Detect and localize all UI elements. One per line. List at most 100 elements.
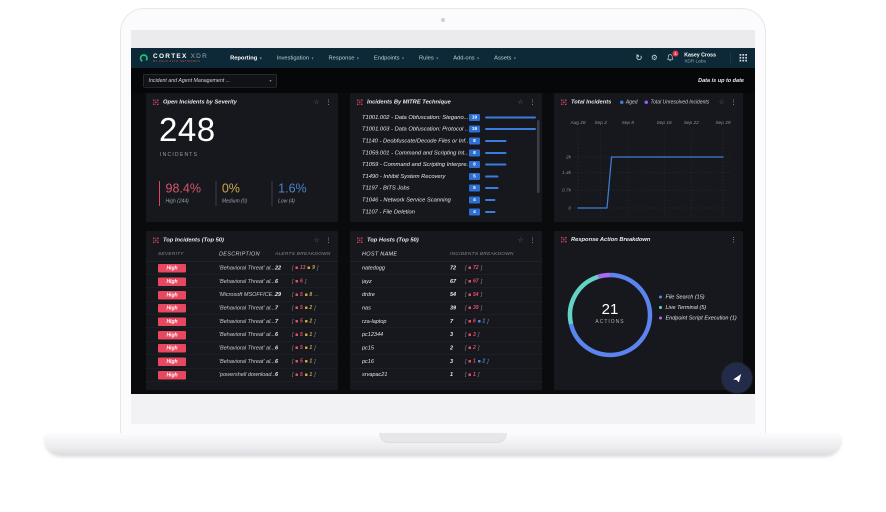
incident-row[interactable]: High'Microsoft MSOFFICE...29[58...: [146, 288, 338, 301]
nav-menu-label: Assets: [494, 55, 511, 61]
nav-menu-investigation[interactable]: Investigation▾: [277, 55, 314, 61]
mitre-row[interactable]: T1059 - Command and Scripting Interpre..…: [362, 159, 537, 171]
breakdown-value: 72: [473, 265, 479, 271]
kebab-menu-icon[interactable]: ⋮: [529, 237, 536, 244]
svg-text:0.7k: 0.7k: [562, 188, 572, 194]
star-icon[interactable]: ☆: [314, 98, 320, 106]
nav-menu-assets[interactable]: Assets▾: [494, 55, 516, 61]
alert-count-cell: 6: [275, 345, 292, 351]
mitre-row[interactable]: T1107 - File Deletion4: [362, 206, 537, 218]
bracket: [: [465, 318, 467, 324]
actions-total-label: ACTIONS: [580, 319, 640, 325]
kebab-menu-icon[interactable]: ⋮: [730, 236, 737, 243]
severity-cell: High: [158, 330, 219, 340]
logo-product: XDR: [191, 53, 208, 60]
incident-count-cell: 39: [450, 305, 465, 311]
breakdown-dot-yellow: [305, 373, 308, 376]
breakdown-value: 5: [300, 359, 303, 365]
host-row[interactable]: rza-laptop7[61]: [350, 315, 542, 328]
host-row[interactable]: pc163[12]: [350, 355, 542, 368]
legend-label: Total Unresolved Incidents: [651, 99, 710, 105]
host-row[interactable]: nas39[39]: [350, 302, 542, 315]
incident-count: 248: [146, 109, 338, 146]
nav-menu-response[interactable]: Response▾: [329, 55, 359, 61]
nav-menu-add-ons[interactable]: Add-ons▾: [453, 55, 479, 61]
legend-item[interactable]: Total Unresolved Incidents: [645, 99, 710, 105]
breakdown-cell: [3]: [465, 332, 479, 338]
table-column-headers: HOST NAME INCIDENTS BREAKDOWN: [350, 247, 542, 262]
kebab-menu-icon[interactable]: ⋮: [529, 99, 536, 106]
donut-legend-item[interactable]: Live Terminal (5): [659, 305, 737, 311]
scrollbar[interactable]: [537, 120, 540, 193]
panel-title: Open Incidents by Severity: [163, 99, 237, 105]
nav-menu-label: Add-ons: [453, 55, 474, 61]
drag-handle-icon[interactable]: [561, 99, 567, 105]
nav-menu-reporting[interactable]: Reporting▾: [230, 55, 262, 61]
gear-icon[interactable]: ⚙: [651, 54, 658, 62]
breakdown-value: 1: [482, 319, 485, 325]
host-row[interactable]: pc152[2]: [350, 342, 542, 355]
nav-menu-endpoints[interactable]: Endpoints▾: [374, 55, 404, 61]
mitre-row[interactable]: T1059.001 - Command and Scripting Int...…: [362, 147, 537, 159]
breakdown-dot-blue: [478, 360, 481, 363]
host-name-cell: pc15: [362, 345, 450, 351]
panel-title: Top Incidents (Top 50): [163, 237, 224, 243]
star-icon[interactable]: ☆: [518, 98, 524, 106]
star-icon[interactable]: ☆: [314, 236, 320, 244]
legend-item[interactable]: Aged: [620, 99, 638, 105]
breakdown-value: 39: [473, 305, 479, 311]
mitre-row[interactable]: T1046 - Network Service Scanning4: [362, 194, 537, 206]
drag-handle-icon[interactable]: [153, 99, 159, 105]
drag-handle-icon[interactable]: [357, 99, 363, 105]
chat-fab-button[interactable]: [722, 363, 752, 393]
dashboard-selector-dropdown[interactable]: Incident and Agent Management ... ▾: [143, 74, 277, 88]
drag-handle-icon[interactable]: [357, 237, 363, 243]
mitre-row[interactable]: T1490 - Inhibit System Recovery5: [362, 170, 537, 182]
notifications-button[interactable]: 1: [666, 54, 675, 63]
star-icon[interactable]: ☆: [719, 98, 725, 106]
dashboard-viewport: CORTEX XDR BY PALO ALTO NETWORKS Reporti…: [131, 48, 755, 394]
incident-row[interactable]: High'powershell download...6[51]: [146, 368, 338, 381]
host-row[interactable]: natedogg72[72]: [350, 262, 542, 275]
apps-grid-button[interactable]: [740, 54, 748, 62]
cortex-xdr-logo[interactable]: CORTEX XDR BY PALO ALTO NETWORKS: [139, 53, 208, 64]
host-row[interactable]: drdre54[54]: [350, 288, 542, 301]
star-icon[interactable]: ☆: [518, 236, 524, 244]
kebab-menu-icon[interactable]: ⋮: [730, 99, 737, 106]
mitre-row[interactable]: T1197 - BITS Jobs5: [362, 182, 537, 194]
kebab-menu-icon[interactable]: ⋮: [325, 237, 332, 244]
bracket: [: [292, 318, 294, 324]
severity-stat-value: 98.4%: [166, 182, 216, 196]
kebab-menu-icon[interactable]: ⋮: [325, 99, 332, 106]
incident-row[interactable]: High'Behavioral Threat' al...6[51]: [146, 355, 338, 368]
drag-handle-icon[interactable]: [561, 237, 567, 243]
severity-stat-value: 0%: [222, 182, 272, 196]
incident-row[interactable]: High'Behavioral Threat' al...7[52]: [146, 315, 338, 328]
host-row[interactable]: jayz67[67]: [350, 275, 542, 288]
nav-menu-rules[interactable]: Rules▾: [419, 55, 438, 61]
incident-row[interactable]: High'Behavioral Threat' al...22[139]: [146, 262, 338, 275]
mitre-row[interactable]: T1001.003 - Data Obfuscation: Protocol .…: [362, 123, 537, 135]
cortex-logo-icon: [139, 53, 149, 63]
mitre-row[interactable]: T1140 - Deobfuscate/Decode Files or Inf.…: [362, 135, 537, 147]
donut-legend-item[interactable]: Endpoint Script Execution (1): [659, 315, 737, 321]
breakdown-value: 5: [300, 319, 303, 325]
refresh-icon[interactable]: ↻: [635, 54, 642, 63]
incident-row[interactable]: High'Behavioral Threat' al...6[51]: [146, 342, 338, 355]
panel-top-hosts: Top Hosts (Top 50) ☆ ⋮ HOST NAME INCIDEN…: [350, 231, 542, 390]
drag-handle-icon[interactable]: [153, 237, 159, 243]
chevron-down-icon: ▾: [514, 56, 516, 61]
host-name-cell: srvapac21: [362, 372, 450, 378]
incident-row[interactable]: High'Behavioral Threat' al...7[52]: [146, 302, 338, 315]
breakdown-dot-red: [469, 280, 472, 283]
host-row[interactable]: pc123443[3]: [350, 328, 542, 341]
host-row[interactable]: srvapac211[1]: [350, 368, 542, 381]
breakdown-dot-yellow: [305, 360, 308, 363]
top-navbar: CORTEX XDR BY PALO ALTO NETWORKS Reporti…: [131, 48, 755, 68]
incident-row[interactable]: High'Behavioral Threat' al...6[6]: [146, 275, 338, 288]
incident-row[interactable]: High'Behavioral Threat' al...6[51]: [146, 328, 338, 341]
mitre-row[interactable]: T1001.002 - Data Obfuscation: Stegano...…: [362, 112, 537, 124]
incident-count-cell: 2: [450, 345, 465, 351]
user-menu[interactable]: Kasey Cross XDR Labs: [684, 52, 716, 64]
donut-legend-item[interactable]: File Search (15): [659, 294, 737, 300]
